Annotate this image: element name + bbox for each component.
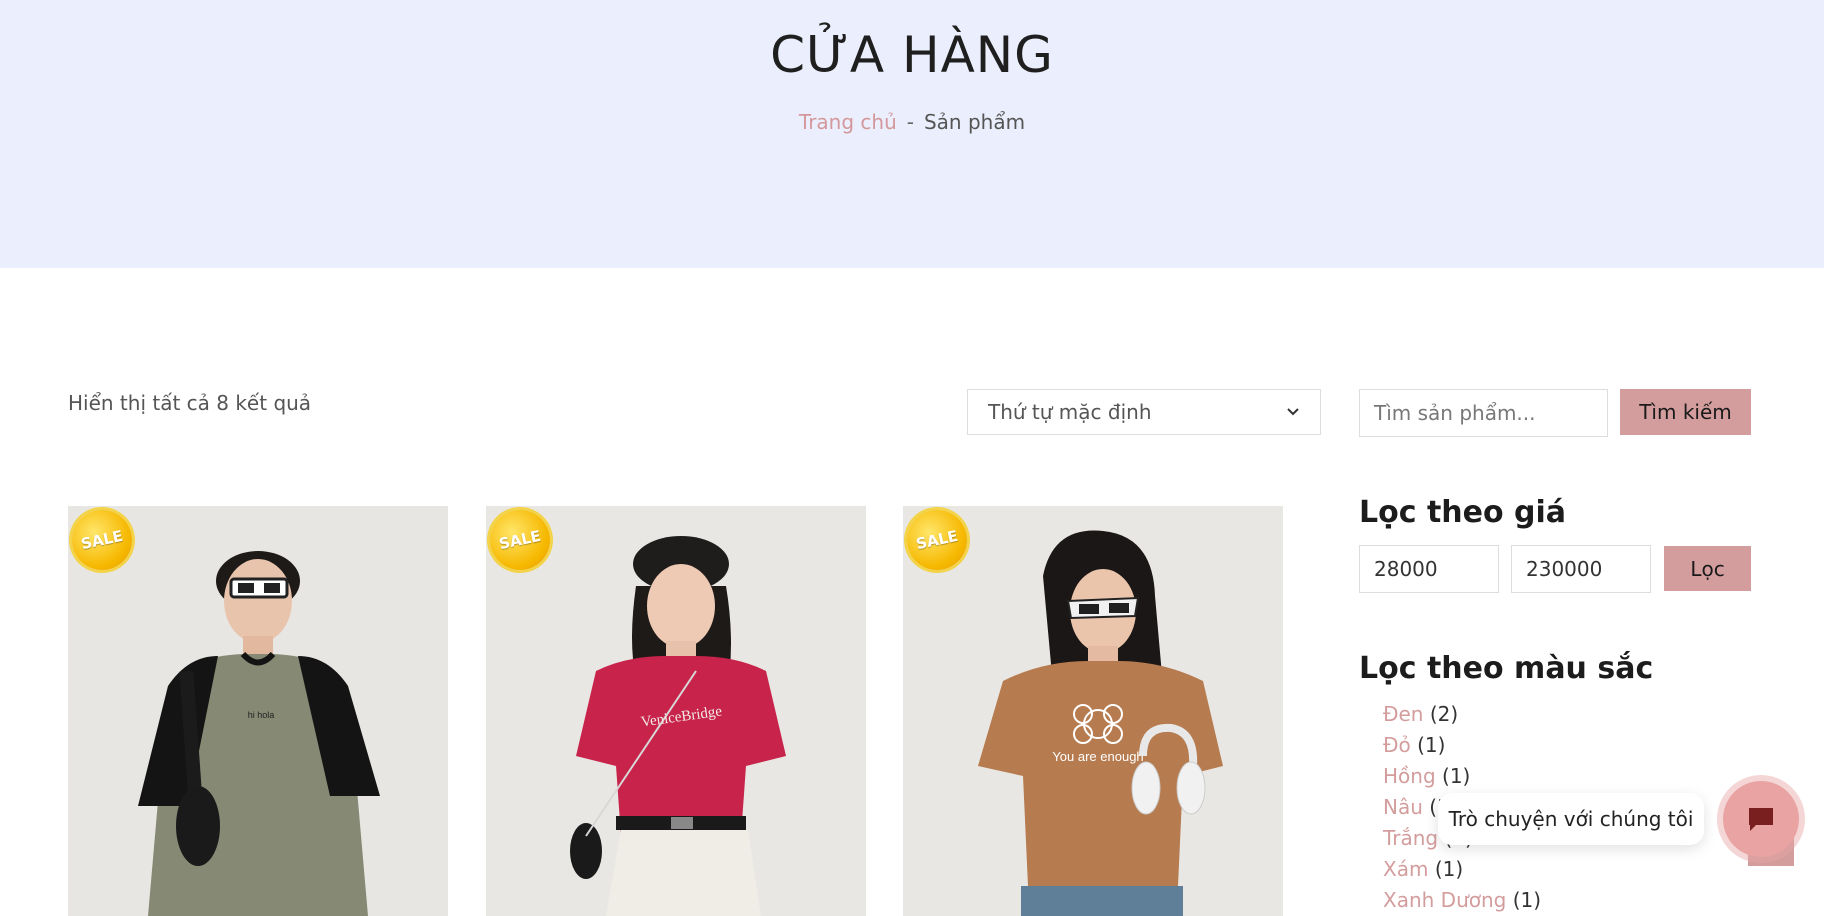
color-link[interactable]: Xám — [1383, 857, 1428, 881]
product-card[interactable]: hi hola SALE — [68, 506, 448, 916]
color-filter-item: Đỏ (1) — [1383, 733, 1541, 764]
color-link[interactable]: Hồng — [1383, 764, 1436, 788]
price-min-input[interactable]: 28000 — [1359, 545, 1499, 593]
breadcrumb-home-link[interactable]: Trang chủ — [799, 110, 897, 134]
breadcrumb-current: Sản phẩm — [923, 110, 1026, 134]
color-filter-item: Hồng (1) — [1383, 764, 1541, 795]
shirt-print-text: hi hola — [248, 710, 275, 720]
color-count: (2) — [1429, 702, 1459, 726]
search-placeholder: Tìm sản phẩm... — [1374, 401, 1536, 425]
price-filter-title: Lọc theo giá — [1359, 495, 1567, 530]
shirt-print-text: You are enough — [1052, 749, 1143, 764]
color-link[interactable]: Trắng — [1383, 826, 1438, 850]
color-count: (1) — [1434, 857, 1464, 881]
sort-selected-value: Thứ tự mặc định — [988, 400, 1152, 424]
color-link[interactable]: Đỏ — [1383, 733, 1411, 757]
color-count: (1) — [1512, 888, 1542, 912]
product-image[interactable]: hi hola — [68, 506, 448, 916]
product-image[interactable]: VeniceBridge — [486, 506, 866, 916]
breadcrumb: Trang chủ - Sản phẩm — [0, 110, 1824, 134]
breadcrumb-separator: - — [906, 110, 914, 134]
color-link[interactable]: Xanh Dương — [1383, 888, 1506, 912]
color-filter-item: Xanh Dương (1) — [1383, 888, 1541, 916]
color-filter-item: Xám (1) — [1383, 857, 1541, 888]
color-link[interactable]: Nâu — [1383, 795, 1423, 819]
page-title: CỬA HÀNG — [770, 26, 1054, 84]
color-link[interactable]: Đen — [1383, 702, 1423, 726]
chat-icon — [1749, 808, 1773, 831]
result-count: Hiển thị tất cả 8 kết quả — [68, 391, 312, 415]
search-button[interactable]: Tìm kiếm — [1620, 389, 1751, 435]
color-count: (1) — [1417, 733, 1446, 757]
color-count: (1) — [1442, 764, 1471, 788]
price-filter-button[interactable]: Lọc — [1664, 546, 1751, 591]
chevron-down-icon — [1287, 408, 1299, 416]
sort-select[interactable]: Thứ tự mặc định — [967, 389, 1321, 435]
page-hero: CỬA HÀNG Trang chủ - Sản phẩm — [0, 0, 1824, 268]
product-card[interactable]: You are enough SALE — [903, 506, 1283, 916]
chat-prompt-bubble[interactable]: Trò chuyện với chúng tôi — [1438, 793, 1704, 845]
color-filter-item: Đen (2) — [1383, 702, 1541, 733]
search-input[interactable]: Tìm sản phẩm... — [1359, 389, 1608, 437]
color-filter-title: Lọc theo màu sắc — [1359, 651, 1654, 686]
price-max-input[interactable]: 230000 — [1511, 545, 1651, 593]
product-card[interactable]: VeniceBridge SALE — [486, 506, 866, 916]
product-image[interactable]: You are enough — [903, 506, 1283, 916]
chat-button[interactable] — [1723, 781, 1799, 857]
